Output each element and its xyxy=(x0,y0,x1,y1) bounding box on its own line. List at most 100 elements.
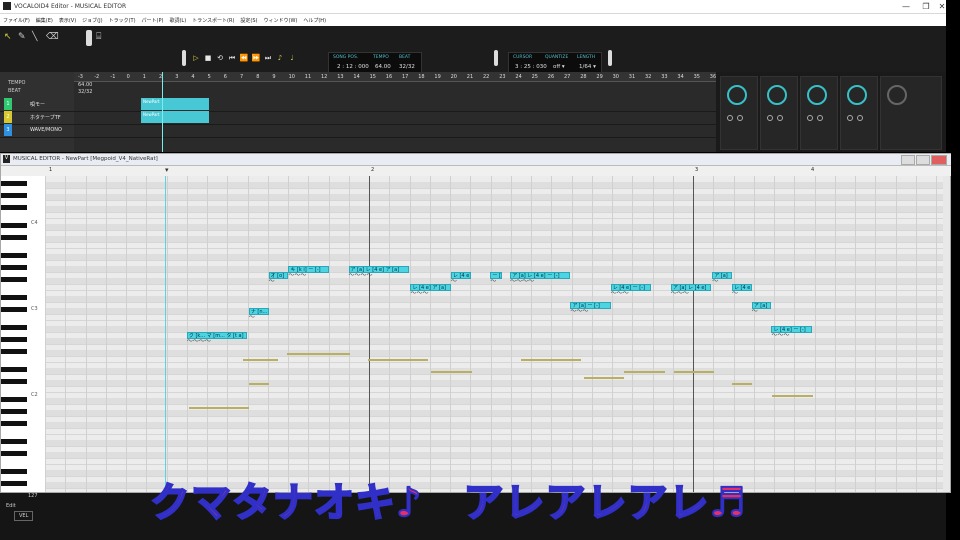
black-key[interactable] xyxy=(1,379,27,384)
black-key[interactable] xyxy=(1,325,27,330)
eraser-tool-icon[interactable]: ⌫ xyxy=(46,32,59,42)
menu-lyrics[interactable]: 歌詞(L) xyxy=(166,14,189,24)
piano-keyboard[interactable]: C4 C3 C2 xyxy=(1,176,46,492)
score-icon[interactable]: ⌸ xyxy=(96,32,106,42)
vertical-scrollbar[interactable] xyxy=(943,176,950,492)
solo-button[interactable] xyxy=(817,115,823,121)
pan-knob[interactable] xyxy=(807,85,827,105)
black-key[interactable] xyxy=(1,481,27,486)
menu-help[interactable]: ヘルプ(H) xyxy=(300,14,329,24)
black-key[interactable] xyxy=(1,451,27,456)
black-key[interactable] xyxy=(1,337,27,342)
solo-button[interactable] xyxy=(777,115,783,121)
part-block[interactable]: NewPart xyxy=(141,111,209,123)
rewind-icon[interactable]: ⏪ xyxy=(238,54,250,62)
beat-label: BEAT xyxy=(399,55,411,60)
beat-line xyxy=(632,176,634,492)
black-key[interactable] xyxy=(1,223,27,228)
track-row-3[interactable]: 3 WAVE/MONO xyxy=(0,124,716,138)
beat-line xyxy=(551,176,553,492)
track-row-2[interactable]: 2 ホタテーブTF xyxy=(0,111,716,125)
beat-line xyxy=(409,176,411,492)
pencil-tool-icon[interactable]: ✎ xyxy=(18,32,28,42)
arranger-ruler[interactable]: -3 -2 -1 0 1 2 3 4 5 6 7 8 9 10 11 12 13 14 15 16 17 18 19 20 21… xyxy=(74,72,716,82)
black-key[interactable] xyxy=(1,193,27,198)
track-number: 3 xyxy=(4,124,12,136)
length-select[interactable]: 1/64 ▾ xyxy=(579,64,596,70)
black-key[interactable] xyxy=(1,205,27,210)
pan-knob[interactable] xyxy=(847,85,867,105)
volume-slider[interactable] xyxy=(86,30,92,46)
black-key[interactable] xyxy=(1,409,27,414)
forward-end-icon[interactable]: ⏭ xyxy=(262,54,274,63)
track-row-1[interactable]: 1 唄モー xyxy=(0,98,716,112)
arrow-tool-icon[interactable]: ↖ xyxy=(4,32,14,42)
black-key[interactable] xyxy=(1,397,27,402)
black-key[interactable] xyxy=(1,469,27,474)
note-grid[interactable]: ク [k... マ [m... タ [t a] 〜〜〜〜ナ [n... 〜オ [o]… xyxy=(45,176,943,492)
menu-job[interactable]: ジョブ(J) xyxy=(79,14,105,24)
forward-icon[interactable]: ⏩ xyxy=(250,54,262,62)
stop-icon[interactable]: ■ xyxy=(202,54,214,62)
pan-knob[interactable] xyxy=(727,85,747,105)
playhead-marker-icon[interactable]: ▾ xyxy=(165,166,169,174)
mute-button[interactable] xyxy=(847,115,853,121)
tempo-value[interactable]: 64.00 xyxy=(375,64,391,70)
black-key[interactable] xyxy=(1,349,27,354)
arranger-beat-value: 32/32 xyxy=(78,89,93,95)
mute-button[interactable] xyxy=(767,115,773,121)
menu-settings[interactable]: 設定(S) xyxy=(237,14,260,24)
beat-value[interactable]: 32/32 xyxy=(399,64,415,70)
solo-button[interactable] xyxy=(857,115,863,121)
vibrato-indicator: 〜〜〜 xyxy=(410,290,429,297)
menu-part[interactable]: パート(P) xyxy=(139,14,167,24)
length-slider[interactable] xyxy=(608,50,612,66)
solo-button[interactable] xyxy=(737,115,743,121)
menu-window[interactable]: ウィンドウ(W) xyxy=(261,14,301,24)
ruler-tick-label: 31 xyxy=(628,74,636,80)
master-slider[interactable] xyxy=(182,50,186,66)
menu-edit[interactable]: 編集(E) xyxy=(33,14,56,24)
ghost-note xyxy=(583,377,625,379)
playhead[interactable] xyxy=(162,72,163,152)
menu-file[interactable]: ファイル(F) xyxy=(0,14,33,24)
black-key[interactable] xyxy=(1,421,27,426)
master-knob[interactable] xyxy=(887,85,907,105)
menu-transport[interactable]: トランスポート(R) xyxy=(189,14,237,24)
vibrato-indicator: 〜 xyxy=(490,278,497,285)
rewind-start-icon[interactable]: ⏮ xyxy=(226,54,238,63)
black-key[interactable] xyxy=(1,295,27,300)
editor-minimize-button[interactable] xyxy=(901,155,915,165)
ghost-note xyxy=(287,353,351,355)
black-key[interactable] xyxy=(1,235,27,240)
black-key[interactable] xyxy=(1,307,27,312)
part-block[interactable]: NewPart xyxy=(141,98,209,110)
metronome-icon[interactable]: ♪ xyxy=(274,54,286,62)
ruler-tick-label: 19 xyxy=(434,74,441,80)
black-key[interactable] xyxy=(1,277,27,282)
black-key[interactable] xyxy=(1,367,27,372)
ruler-tick-label: 22 xyxy=(483,74,490,80)
minimize-button[interactable]: — xyxy=(896,2,916,11)
line-tool-icon[interactable]: ╲ xyxy=(32,32,42,42)
black-key[interactable] xyxy=(1,253,27,258)
editor-maximize-button[interactable] xyxy=(916,155,930,165)
menu-track[interactable]: トラック(T) xyxy=(106,14,139,24)
mute-button[interactable] xyxy=(807,115,813,121)
editor-playhead[interactable] xyxy=(165,176,167,492)
control-type-select[interactable]: VEL xyxy=(14,511,34,521)
close-button[interactable]: ✕ xyxy=(932,2,952,11)
loop-icon[interactable]: ⟲ xyxy=(214,54,226,62)
master-strip xyxy=(880,76,942,150)
count-in-icon[interactable]: ♩ xyxy=(286,54,298,62)
editor-close-button[interactable] xyxy=(931,155,947,165)
black-key[interactable] xyxy=(1,265,27,270)
pan-knob[interactable] xyxy=(767,85,787,105)
menu-view[interactable]: 表示(V) xyxy=(56,14,79,24)
quantize-select[interactable]: off ▾ xyxy=(553,64,565,70)
play-icon[interactable]: ▷ xyxy=(190,54,202,62)
black-key[interactable] xyxy=(1,181,27,186)
mute-button[interactable] xyxy=(727,115,733,121)
zoom-slider[interactable] xyxy=(494,50,498,66)
black-key[interactable] xyxy=(1,439,27,444)
